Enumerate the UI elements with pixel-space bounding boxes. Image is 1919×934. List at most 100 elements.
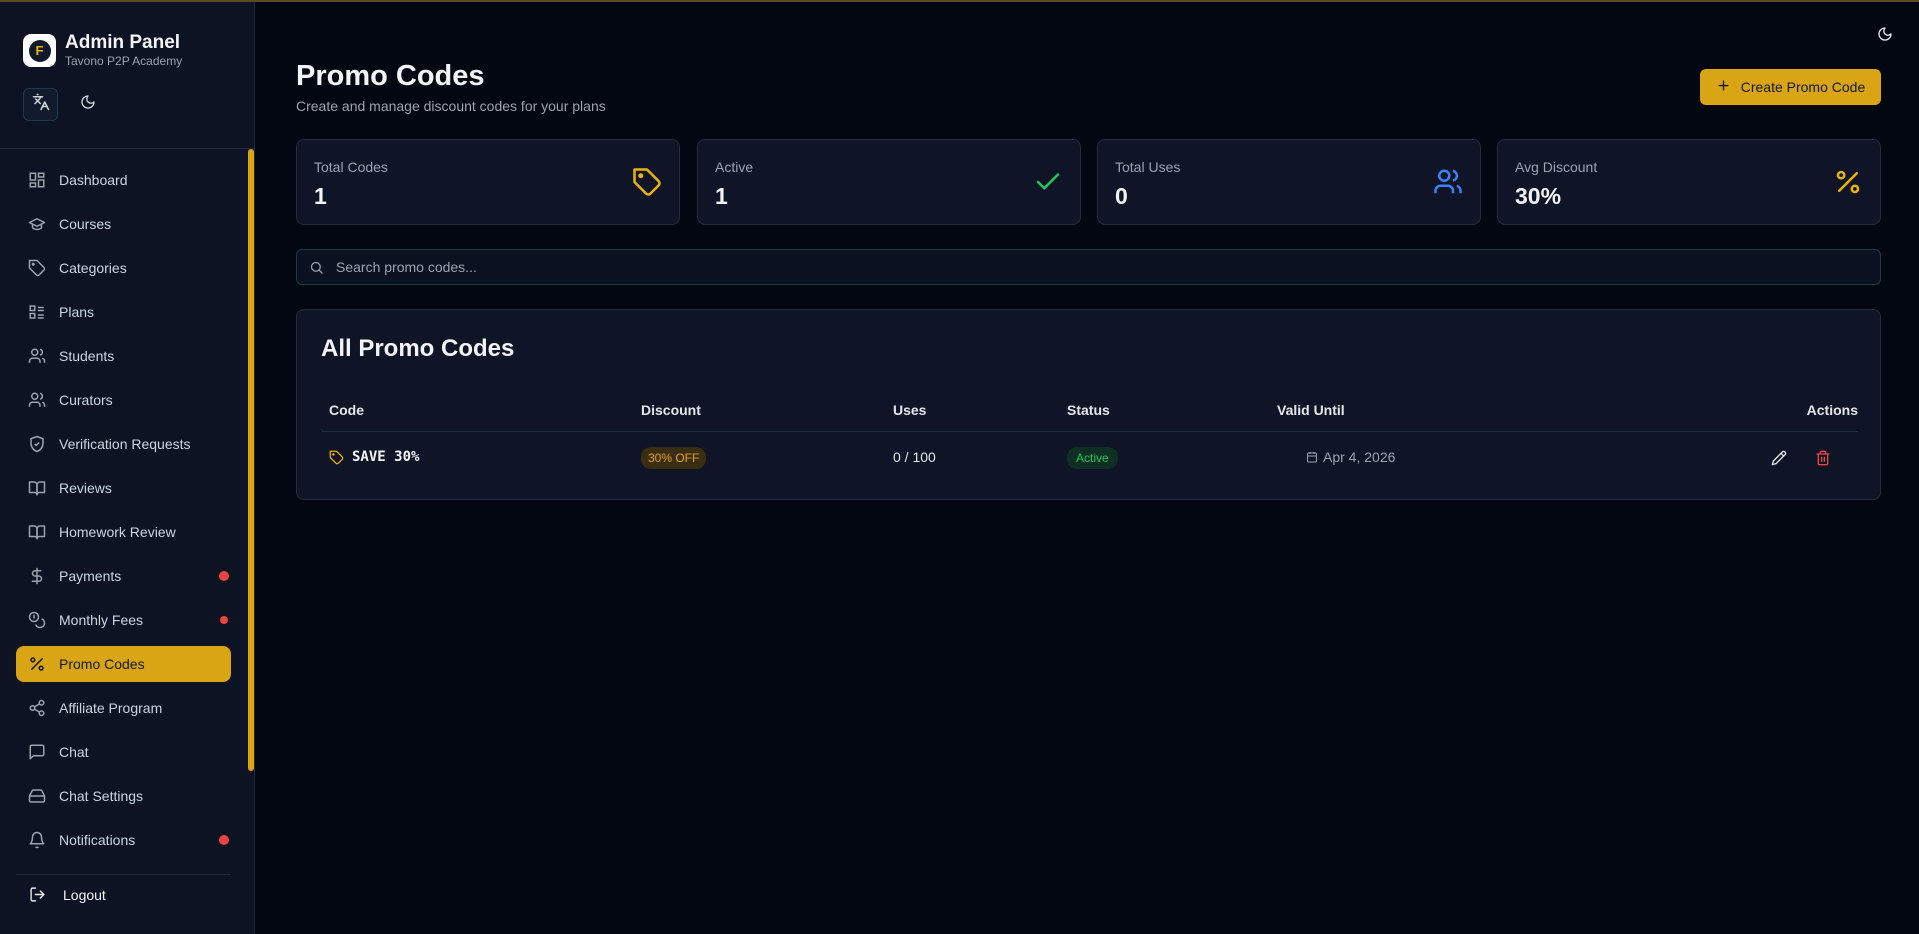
valid-until-cell: Apr 4, 2026 — [1306, 449, 1395, 465]
brand: F Admin Panel Tavono P2P Academy — [23, 32, 182, 69]
tag-icon — [27, 258, 47, 278]
top-border — [0, 0, 1919, 2]
stat-card-total-codes: Total Codes 1 — [296, 139, 680, 225]
table-row: SAVE 30% 30% OFF 0 / 100 Active Apr 4, 2… — [321, 432, 1858, 484]
sidebar-item-label: Students — [59, 348, 115, 364]
theme-toggle-button[interactable] — [70, 88, 105, 121]
sidebar-scrollbar[interactable] — [248, 149, 254, 771]
users-icon — [1432, 166, 1464, 198]
sidebar: F Admin Panel Tavono P2P Academy Dashboa… — [0, 2, 255, 934]
brand-title: Admin Panel — [65, 32, 181, 53]
sidebar-item-courses[interactable]: Courses — [16, 206, 231, 242]
sidebar-item-categories[interactable]: Categories — [16, 250, 231, 286]
stat-label: Total Uses — [1115, 159, 1181, 175]
sidebar-item-label: Dashboard — [59, 172, 128, 188]
sidebar-item-chat[interactable]: Chat — [16, 734, 231, 770]
sidebar-nav: Dashboard Courses Categories Plans Stude… — [16, 162, 231, 866]
sidebar-item-label: Verification Requests — [59, 436, 191, 452]
stat-label: Total Codes — [314, 159, 388, 175]
sidebar-item-payments[interactable]: Payments — [16, 558, 231, 594]
stat-label: Avg Discount — [1515, 159, 1598, 175]
sidebar-item-label: Monthly Fees — [59, 612, 144, 628]
sidebar-item-students[interactable]: Students — [16, 338, 231, 374]
language-toggle-button[interactable] — [23, 88, 58, 121]
graduation-cap-icon — [27, 214, 47, 234]
stat-label: Active — [715, 159, 754, 175]
users-icon — [27, 390, 47, 410]
stat-value: 1 — [715, 183, 728, 209]
column-header-status: Status — [1067, 402, 1110, 418]
theme-toggle-top-button[interactable] — [1874, 25, 1896, 47]
column-header-discount: Discount — [641, 402, 701, 418]
bell-icon — [27, 830, 47, 850]
sidebar-item-chat-settings[interactable]: Chat Settings — [16, 778, 231, 814]
sidebar-item-reviews[interactable]: Reviews — [16, 470, 231, 506]
sidebar-item-label: Affiliate Program — [59, 700, 163, 716]
sidebar-item-notifications[interactable]: Notifications — [16, 822, 231, 858]
hard-drive-icon — [27, 786, 47, 806]
sidebar-item-plans[interactable]: Plans — [16, 294, 231, 330]
delete-button[interactable] — [1813, 448, 1833, 468]
column-header-uses: Uses — [893, 402, 927, 418]
logout-label: Logout — [63, 886, 106, 903]
check-icon — [1032, 166, 1064, 198]
create-button-label: Create Promo Code — [1740, 79, 1866, 95]
status-badge: Active — [1067, 447, 1118, 469]
sidebar-item-label: Categories — [59, 260, 127, 276]
calendar-icon — [1306, 451, 1318, 463]
list-icon — [27, 302, 47, 322]
search-icon — [309, 260, 324, 275]
notification-dot — [219, 835, 229, 845]
sidebar-item-label: Plans — [59, 304, 95, 320]
search-bar — [296, 249, 1881, 285]
stat-card-active: Active 1 — [697, 139, 1081, 225]
book-open-icon — [27, 522, 47, 542]
sidebar-item-label: Curators — [59, 392, 113, 408]
stat-value: 30% — [1515, 183, 1562, 209]
create-promo-code-button[interactable]: Create Promo Code — [1700, 69, 1881, 105]
stat-card-total-uses: Total Uses 0 — [1097, 139, 1481, 225]
sidebar-item-label: Chat — [59, 744, 89, 760]
notification-dot — [219, 571, 229, 581]
sidebar-item-monthly-fees[interactable]: Monthly Fees — [16, 602, 231, 638]
sidebar-item-homework-review[interactable]: Homework Review — [16, 514, 231, 550]
message-square-icon — [27, 742, 47, 762]
shield-check-icon — [27, 434, 47, 454]
sidebar-item-dashboard[interactable]: Dashboard — [16, 162, 231, 198]
sidebar-item-label: Notifications — [59, 832, 136, 848]
logout-icon — [27, 885, 47, 905]
stat-value: 1 — [314, 183, 327, 209]
translate-icon — [32, 93, 50, 116]
code-cell: SAVE 30% — [329, 449, 419, 465]
dashboard-icon — [27, 170, 47, 190]
sidebar-item-affiliate-program[interactable]: Affiliate Program — [16, 690, 231, 726]
uses-value: 0 / 100 — [893, 449, 936, 465]
plus-icon — [1716, 78, 1731, 96]
page-title: Promo Codes — [296, 60, 485, 92]
brand-logo: F — [23, 34, 56, 67]
moon-icon — [1877, 26, 1893, 47]
sidebar-item-label: Chat Settings — [59, 788, 144, 804]
valid-until-value: Apr 4, 2026 — [1323, 449, 1396, 465]
discount-badge: 30% OFF — [641, 447, 707, 469]
coins-icon — [27, 610, 47, 630]
notification-dot — [220, 616, 228, 624]
sidebar-item-promo-codes[interactable]: Promo Codes — [16, 646, 231, 682]
book-open-icon — [27, 478, 47, 498]
tag-icon — [329, 450, 344, 465]
sidebar-divider — [0, 148, 255, 149]
sidebar-item-verification-requests[interactable]: Verification Requests — [16, 426, 231, 462]
search-input[interactable] — [336, 259, 1836, 275]
users-icon — [27, 346, 47, 366]
column-header-actions: Actions — [1806, 402, 1858, 418]
sidebar-item-curators[interactable]: Curators — [16, 382, 231, 418]
trash-icon — [1815, 450, 1831, 466]
stat-card-avg-discount: Avg Discount 30% — [1497, 139, 1881, 225]
logout-button[interactable]: Logout — [16, 874, 231, 914]
sidebar-item-label: Courses — [59, 216, 112, 232]
edit-button[interactable] — [1769, 448, 1789, 468]
stat-value: 0 — [1115, 183, 1128, 209]
table-header: Code Discount Uses Status Valid Until Ac… — [321, 392, 1858, 432]
column-header-valid-until: Valid Until — [1277, 402, 1345, 418]
tag-icon — [631, 166, 663, 198]
